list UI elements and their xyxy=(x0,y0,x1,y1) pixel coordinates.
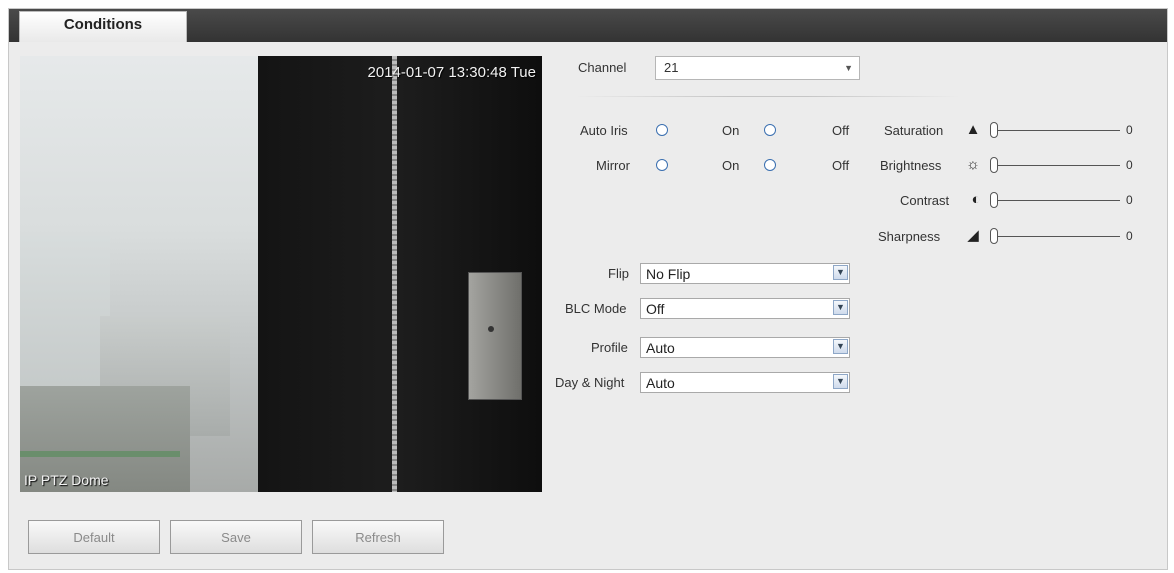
auto-iris-on-label: On xyxy=(722,123,740,138)
flip-select[interactable]: No Flip ▼ xyxy=(640,263,850,284)
saturation-track[interactable] xyxy=(998,130,1120,131)
day-night-label: Day & Night xyxy=(555,375,625,390)
channel-label: Channel xyxy=(578,60,627,75)
tab-conditions[interactable]: Conditions xyxy=(19,11,187,42)
mirror-label: Mirror xyxy=(596,158,630,173)
day-night-select[interactable]: Auto ▼ xyxy=(640,372,850,393)
auto-iris-off-label: Off xyxy=(832,123,850,138)
sharpness-track[interactable] xyxy=(998,236,1120,237)
chevron-down-icon: ▼ xyxy=(844,63,853,73)
osd-camera-name: IP PTZ Dome xyxy=(24,472,109,488)
day-night-value: Auto xyxy=(646,375,675,391)
divider xyxy=(575,96,960,97)
channel-select[interactable]: 21 ▼ xyxy=(655,56,860,80)
saturation-label: Saturation xyxy=(884,123,944,138)
contrast-track[interactable] xyxy=(998,200,1120,201)
default-button[interactable]: Default xyxy=(28,520,160,554)
contrast-slider-thumb[interactable] xyxy=(990,192,998,208)
auto-iris-on-radio[interactable] xyxy=(656,124,668,136)
flip-label: Flip xyxy=(608,266,629,281)
sharpness-label: Sharpness xyxy=(878,229,941,244)
contrast-label: Contrast xyxy=(900,193,950,208)
brightness-slider-thumb[interactable] xyxy=(990,157,998,173)
profile-select[interactable]: Auto ▼ xyxy=(640,337,850,358)
saturation-value: 0 xyxy=(1126,123,1133,137)
blc-mode-label: BLC Mode xyxy=(565,301,627,316)
saturation-icon: ▲ xyxy=(965,121,981,138)
sharpness-icon: ◢ xyxy=(967,227,979,244)
tab-bar: Conditions xyxy=(9,9,1167,42)
auto-iris-label: Auto Iris xyxy=(580,123,628,138)
brightness-icon: ☼ xyxy=(966,156,980,173)
sharpness-value: 0 xyxy=(1126,229,1133,243)
mirror-on-radio[interactable] xyxy=(656,159,668,171)
brightness-track[interactable] xyxy=(998,165,1120,166)
saturation-slider-thumb[interactable] xyxy=(990,122,998,138)
save-button[interactable]: Save xyxy=(170,520,302,554)
profile-label: Profile xyxy=(591,340,628,355)
sharpness-slider-thumb[interactable] xyxy=(990,228,998,244)
brightness-value: 0 xyxy=(1126,158,1133,172)
blc-mode-select[interactable]: Off ▼ xyxy=(640,298,850,319)
chevron-down-icon: ▼ xyxy=(833,339,848,354)
profile-value: Auto xyxy=(646,340,675,356)
mirror-off-radio[interactable] xyxy=(764,159,776,171)
flip-value: No Flip xyxy=(646,266,691,282)
video-preview: 2014-01-07 13:30:48 Tue IP PTZ Dome xyxy=(20,56,542,492)
mirror-off-label: Off xyxy=(832,158,850,173)
contrast-value: 0 xyxy=(1126,193,1133,207)
brightness-label: Brightness xyxy=(880,158,942,173)
channel-value: 21 xyxy=(664,60,679,75)
mirror-on-label: On xyxy=(722,158,740,173)
chevron-down-icon: ▼ xyxy=(833,300,848,315)
blc-mode-value: Off xyxy=(646,301,665,317)
chevron-down-icon: ▼ xyxy=(833,374,848,389)
auto-iris-off-radio[interactable] xyxy=(764,124,776,136)
chevron-down-icon: ▼ xyxy=(833,265,848,280)
contrast-icon: ◐ xyxy=(971,191,981,208)
osd-timestamp: 2014-01-07 13:30:48 Tue xyxy=(367,64,536,81)
refresh-button[interactable]: Refresh xyxy=(312,520,444,554)
